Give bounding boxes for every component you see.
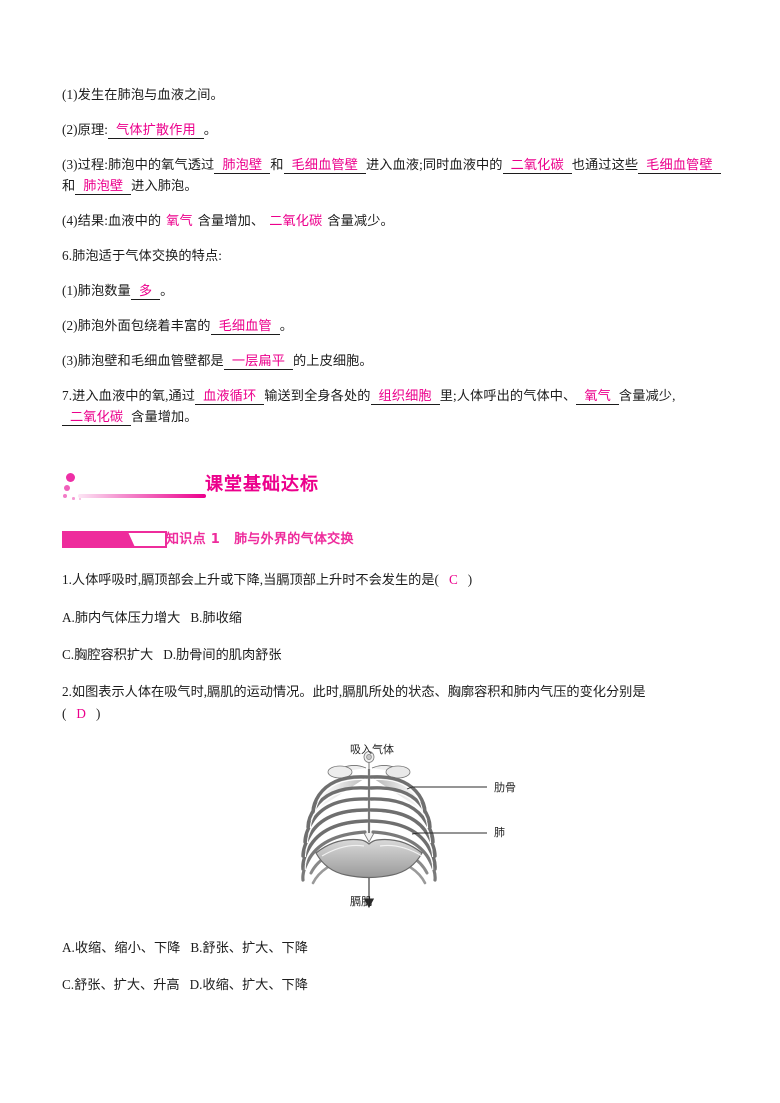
note-5-3-mid4: 和	[62, 178, 76, 193]
option-d: D.收缩、扩大、下降	[189, 977, 308, 992]
knowledge-point-number: 知识点 1	[166, 532, 221, 547]
note-5-4: (4)结果:血液中的 氧气 含量增加、 二氧化碳 含量减少。	[62, 210, 722, 231]
note-5-3-suffix: 进入肺泡。	[131, 178, 198, 193]
option-d: D.肋骨间的肌肉舒张	[163, 647, 282, 662]
question-2-stem-text: 2.如图表示人体在吸气时,膈肌的运动情况。此时,膈肌所处的状态、胸廓容积和肺内气…	[62, 684, 646, 699]
note-6-3-prefix: (3)肺泡壁和毛细血管壁都是	[62, 353, 224, 368]
note-5-4-prefix: (4)结果:血液中的	[62, 213, 162, 228]
option-b: B.肺收缩	[190, 610, 242, 625]
question-2-stem: 2.如图表示人体在吸气时,膈肌的运动情况。此时,膈肌所处的状态、胸廓容积和肺内气…	[62, 681, 722, 725]
question-2-bracket-close: )	[95, 706, 101, 721]
note-5-3-mid1: 和	[270, 157, 284, 172]
question-1-bracket-close: )	[467, 572, 473, 587]
note-5-3-prefix: (3)过程:肺泡中的氧气透过	[62, 157, 215, 172]
note-5-4-mid1: 含量增加、	[197, 213, 265, 228]
note-6-heading: 6.肺泡适于气体交换的特点:	[62, 245, 722, 266]
knowledge-point-label: 知识点 1 肺与外界的气体交换	[166, 529, 354, 550]
note-6-heading-text: 6.肺泡适于气体交换的特点:	[62, 248, 223, 263]
note-7: 7.进入血液中的氧,通过 血液循环 输送到全身各处的 组织细胞 里;人体呼出的气体中、氧…	[62, 385, 722, 427]
option-a: A.收缩、缩小、下降	[62, 940, 181, 955]
note-6-1-suffix: 。	[160, 283, 174, 298]
question-2-options-row-1: A.收缩、缩小、下降 B.舒张、扩大、下降	[62, 937, 722, 959]
figure-label-inhaled-gas: 吸入气体	[350, 743, 394, 756]
blank-answer: 二氧化碳	[62, 408, 132, 426]
question-1-answer: C	[448, 572, 458, 587]
note-6-1-prefix: (1)肺泡数量	[62, 283, 131, 298]
question-2-options-row-2: C.舒张、扩大、升高 D.收缩、扩大、下降	[62, 974, 722, 996]
note-6-3: (3)肺泡壁和毛细血管壁都是 一层扁平 的上皮细胞。	[62, 350, 722, 371]
blank-answer: 毛细血管壁	[283, 156, 366, 174]
question-1-stem: 1.人体呼吸时,膈顶部会上升或下降,当膈顶部上升时不会发生的是( C)	[62, 569, 722, 591]
note-6-2-suffix: 。	[279, 318, 294, 333]
note-6-2: (2)肺泡外面包绕着丰富的 毛细血管。	[62, 315, 722, 336]
blank-answer: 血液循环	[195, 387, 265, 405]
question-1-options-row-2: C.胸腔容积扩大 D.肋骨间的肌肉舒张	[62, 644, 722, 666]
note-7-prefix: 7.进入血液中的氧,通过	[62, 388, 196, 403]
note-6-3-suffix: 的上皮细胞。	[293, 353, 373, 368]
note-7-mid3: 含量减少,	[618, 388, 676, 403]
flag-banner-icon	[62, 531, 167, 548]
blank-answer: 氧气	[576, 387, 619, 405]
figure-ribcage: 吸入气体 肋骨 肺 膈肌	[62, 741, 722, 921]
blank-answer: 二氧化碳	[269, 213, 323, 228]
blank-answer: 肺泡壁	[75, 177, 132, 195]
note-5-4-suffix: 含量减少。	[327, 213, 394, 228]
figure-label-diaphragm: 膈肌	[350, 895, 372, 908]
question-2-answer: D	[76, 706, 86, 721]
blank-answer: 二氧化碳	[502, 156, 572, 174]
question-1-options-row-1: A.肺内气体压力增大 B.肺收缩	[62, 607, 722, 629]
blank-answer: 组织细胞	[370, 387, 440, 405]
option-c: C.胸腔容积扩大	[62, 647, 154, 662]
section-header: 课堂基础达标	[62, 471, 722, 511]
note-5-2-suffix: 。	[203, 122, 218, 137]
decorative-dots-icon	[62, 471, 212, 505]
note-5-3: (3)过程:肺泡中的氧气透过 肺泡壁和毛细血管壁 进入血液;同时血液中的 二氧化碳 也通…	[62, 154, 722, 196]
note-5-3-mid3: 也通过这些	[571, 157, 639, 172]
figure-label-rib: 肋骨	[494, 781, 516, 794]
blank-answer: 毛细血管壁	[638, 156, 721, 174]
section-title: 课堂基础达标	[205, 474, 319, 495]
option-b: B.舒张、扩大、下降	[190, 940, 308, 955]
knowledge-point-header: 知识点 1 肺与外界的气体交换	[62, 529, 722, 553]
option-a: A.肺内气体压力增大	[62, 610, 181, 625]
question-1-stem-text: 1.人体呼吸时,膈顶部会上升或下降,当膈顶部上升时不会发生的是(	[62, 572, 439, 587]
blank-answer: 气体扩散作用	[108, 121, 204, 139]
blank-answer: 氧气	[166, 213, 193, 228]
ribcage-diagram-icon	[301, 751, 487, 909]
note-5-3-mid2: 进入血液;同时血液中的	[365, 157, 503, 172]
blank-answer: 肺泡壁	[214, 156, 271, 174]
blank-answer: 毛细血管	[210, 317, 280, 335]
note-6-2-prefix: (2)肺泡外面包绕着丰富的	[62, 318, 211, 333]
note-7-mid2: 里;人体呼出的气体中、	[439, 388, 577, 403]
note-5-2: (2)原理: 气体扩散作用。	[62, 119, 722, 140]
option-c: C.舒张、扩大、升高	[62, 977, 180, 992]
note-7-suffix: 含量增加。	[131, 409, 198, 424]
knowledge-point-title: 肺与外界的气体交换	[234, 532, 354, 547]
page-content: (1)发生在肺泡与血液之间。 (2)原理: 气体扩散作用。 (3)过程:肺泡中的氧…	[62, 84, 722, 1011]
note-6-1: (1)肺泡数量多。	[62, 280, 722, 301]
note-5-1: (1)发生在肺泡与血液之间。	[62, 84, 722, 105]
note-5-2-prefix: (2)原理:	[62, 122, 109, 137]
blank-answer: 一层扁平	[223, 352, 293, 370]
note-7-mid1: 输送到全身各处的	[264, 388, 371, 403]
worksheet-page: (1)发生在肺泡与血液之间。 (2)原理: 气体扩散作用。 (3)过程:肺泡中的氧…	[0, 0, 780, 1103]
note-5-1-text: (1)发生在肺泡与血液之间。	[62, 87, 224, 102]
figure-label-lung: 肺	[494, 826, 505, 839]
blank-answer: 多	[130, 282, 161, 300]
